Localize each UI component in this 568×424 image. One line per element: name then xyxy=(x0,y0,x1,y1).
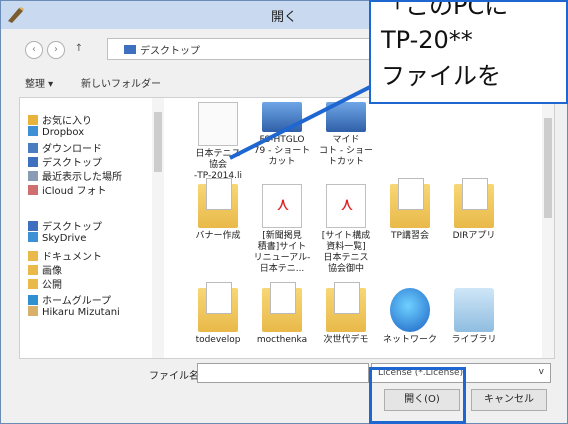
callout-line-1: 「このPCに xyxy=(381,0,509,20)
callout-annotation: 「このPCに TP-20** ファイルを xyxy=(369,0,568,104)
callout-line-2: TP-20** xyxy=(381,26,473,54)
callout-line-3: ファイルを xyxy=(381,62,501,90)
open-button-highlight xyxy=(369,367,466,424)
